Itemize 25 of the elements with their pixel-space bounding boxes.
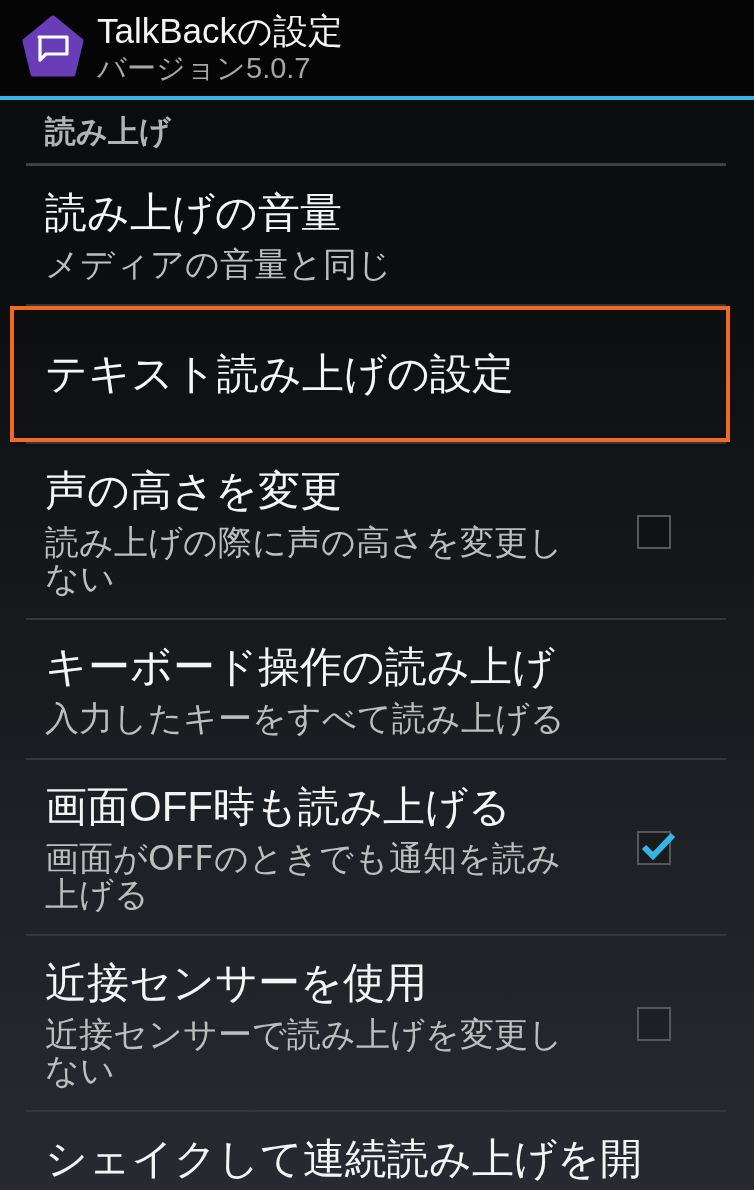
settings-item[interactable]: 声の高さを変更 読み上げの際に声の高さを変更しない bbox=[10, 444, 730, 618]
settings-item[interactable]: シェイクして連続読み上げを開 bbox=[10, 1112, 730, 1188]
speech-bubble-icon bbox=[22, 15, 84, 77]
item-title: 画面OFF時も読み上げる bbox=[45, 782, 512, 832]
item-summary: 読み上げの際に声の高さを変更しない bbox=[45, 524, 564, 596]
item-title: 声の高さを変更 bbox=[45, 466, 343, 516]
item-title: 読み上げの音量 bbox=[45, 188, 343, 238]
item-summary: 画面がOFFのときでも通知を読み上げる bbox=[45, 840, 562, 912]
checkbox[interactable] bbox=[637, 829, 677, 865]
item-summary: メディアの音量と同じ bbox=[45, 246, 393, 282]
item-summary: 近接センサーで読み上げを変更しない bbox=[45, 1016, 564, 1088]
item-title: テキスト読み上げの設定 bbox=[45, 349, 515, 399]
checkmark-icon bbox=[641, 832, 676, 861]
settings-item[interactable]: 読み上げの音量 メディアの音量と同じ bbox=[10, 166, 730, 304]
item-title: シェイクして連続読み上げを開 bbox=[45, 1134, 643, 1184]
settings-item[interactable]: キーボード操作の読み上げ 入力したキーをすべて読み上げる bbox=[10, 620, 730, 758]
settings-item[interactable]: テキスト読み上げの設定 bbox=[10, 306, 730, 442]
app-title: TalkBackの設定 bbox=[97, 11, 344, 51]
item-title: キーボード操作の読み上げ bbox=[45, 642, 556, 692]
settings-item[interactable]: 近接センサーを使用 近接センサーで読み上げを変更しない bbox=[10, 936, 730, 1110]
section-heading: 読み上げ bbox=[45, 112, 171, 151]
item-title: 近接センサーを使用 bbox=[45, 958, 428, 1008]
settings-item[interactable]: 画面OFF時も読み上げる 画面がOFFのときでも通知を読み上げる bbox=[10, 760, 730, 934]
item-summary: 入力したキーをすべて読み上げる bbox=[45, 700, 566, 736]
version-text: バージョン5.0.7 bbox=[97, 51, 312, 85]
